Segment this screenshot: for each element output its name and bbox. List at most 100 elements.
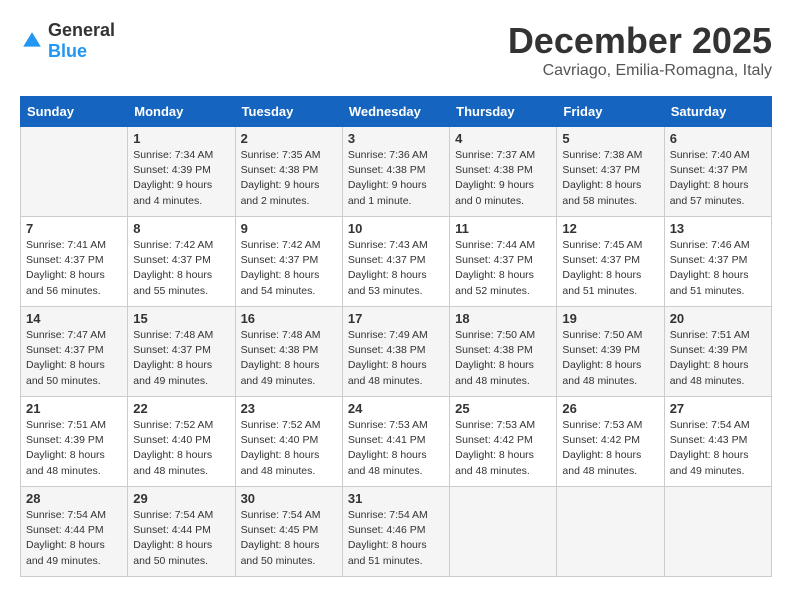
logo-general: General [48,20,115,40]
day-number: 12 [562,221,658,236]
day-number: 27 [670,401,766,416]
day-number: 31 [348,491,444,506]
cell-content: Sunrise: 7:50 AM Sunset: 4:39 PM Dayligh… [562,328,658,389]
calendar-cell: 11Sunrise: 7:44 AM Sunset: 4:37 PM Dayli… [450,217,557,307]
title-area: December 2025 Cavriago, Emilia-Romagna, … [508,20,772,80]
cell-content: Sunrise: 7:41 AM Sunset: 4:37 PM Dayligh… [26,238,122,299]
day-number: 3 [348,131,444,146]
logo: General Blue [20,20,115,62]
calendar-cell [450,487,557,577]
calendar-cell: 27 Sunrise: 7:54 AM Sunset: 4:43 PM Dayli… [664,397,771,487]
day-number: 2 [241,131,337,146]
day-number: 17 [348,311,444,326]
day-number: 9 [241,221,337,236]
day-number: 25 [455,401,551,416]
day-number: 4 [455,131,551,146]
cell-content: Sunrise: 7:54 AM Sunset: 4:43 PM Dayligh… [670,418,766,479]
calendar-cell: 17Sunrise: 7:49 AM Sunset: 4:38 PM Dayli… [342,307,449,397]
cell-content: Sunrise: 7:54 AM Sunset: 4:45 PM Dayligh… [241,508,337,569]
day-number: 24 [348,401,444,416]
day-number: 11 [455,221,551,236]
calendar-cell: 13 Sunrise: 7:46 AM Sunset: 4:37 PM Dayli… [664,217,771,307]
day-number: 8 [133,221,229,236]
day-number: 19 [562,311,658,326]
logo-blue: Blue [48,41,87,61]
week-row-0: 1Sunrise: 7:34 AM Sunset: 4:39 PM Daylig… [21,127,772,217]
day-number: 6 [670,131,766,146]
day-number: 16 [241,311,337,326]
calendar-cell [664,487,771,577]
calendar-cell: 20Sunrise: 7:51 AM Sunset: 4:39 PM Dayli… [664,307,771,397]
cell-content: Sunrise: 7:34 AM Sunset: 4:39 PM Dayligh… [133,148,229,209]
calendar-cell: 18 Sunrise: 7:50 AM Sunset: 4:38 PM Dayli… [450,307,557,397]
header-day-saturday: Saturday [664,97,771,127]
calendar-header: SundayMondayTuesdayWednesdayThursdayFrid… [21,97,772,127]
calendar-cell: 12Sunrise: 7:45 AM Sunset: 4:37 PM Dayli… [557,217,664,307]
calendar-cell: 19 Sunrise: 7:50 AM Sunset: 4:39 PM Dayli… [557,307,664,397]
calendar-cell: 28Sunrise: 7:54 AM Sunset: 4:44 PM Dayli… [21,487,128,577]
calendar-cell: 30Sunrise: 7:54 AM Sunset: 4:45 PM Dayli… [235,487,342,577]
day-number: 14 [26,311,122,326]
calendar-cell: 4 Sunrise: 7:37 AM Sunset: 4:38 PM Daylig… [450,127,557,217]
calendar-cell: 31 Sunrise: 7:54 AM Sunset: 4:46 PM Dayli… [342,487,449,577]
day-number: 18 [455,311,551,326]
day-number: 23 [241,401,337,416]
cell-content: Sunrise: 7:51 AM Sunset: 4:39 PM Dayligh… [670,328,766,389]
calendar-cell: 2 Sunrise: 7:35 AM Sunset: 4:38 PM Daylig… [235,127,342,217]
cell-content: Sunrise: 7:53 AM Sunset: 4:42 PM Dayligh… [455,418,551,479]
month-title: December 2025 [508,20,772,62]
day-number: 22 [133,401,229,416]
header-day-tuesday: Tuesday [235,97,342,127]
calendar-cell: 25 Sunrise: 7:53 AM Sunset: 4:42 PM Dayli… [450,397,557,487]
day-number: 21 [26,401,122,416]
cell-content: Sunrise: 7:53 AM Sunset: 4:42 PM Dayligh… [562,418,658,479]
cell-content: Sunrise: 7:42 AM Sunset: 4:37 PM Dayligh… [133,238,229,299]
calendar-cell: 10 Sunrise: 7:43 AM Sunset: 4:37 PM Dayli… [342,217,449,307]
page-header: General Blue December 2025 Cavriago, Emi… [20,20,772,80]
calendar-cell: 3Sunrise: 7:36 AM Sunset: 4:38 PM Daylig… [342,127,449,217]
cell-content: Sunrise: 7:52 AM Sunset: 4:40 PM Dayligh… [133,418,229,479]
day-number: 10 [348,221,444,236]
cell-content: Sunrise: 7:47 AM Sunset: 4:37 PM Dayligh… [26,328,122,389]
logo-icon [20,29,44,53]
location-title: Cavriago, Emilia-Romagna, Italy [508,62,772,80]
header-day-thursday: Thursday [450,97,557,127]
calendar-cell: 24 Sunrise: 7:53 AM Sunset: 4:41 PM Dayli… [342,397,449,487]
day-number: 5 [562,131,658,146]
week-row-4: 28Sunrise: 7:54 AM Sunset: 4:44 PM Dayli… [21,487,772,577]
cell-content: Sunrise: 7:38 AM Sunset: 4:37 PM Dayligh… [562,148,658,209]
calendar-cell: 14 Sunrise: 7:47 AM Sunset: 4:37 PM Dayli… [21,307,128,397]
calendar-cell: 21Sunrise: 7:51 AM Sunset: 4:39 PM Dayli… [21,397,128,487]
cell-content: Sunrise: 7:53 AM Sunset: 4:41 PM Dayligh… [348,418,444,479]
calendar-cell [21,127,128,217]
day-number: 7 [26,221,122,236]
calendar-cell: 8 Sunrise: 7:42 AM Sunset: 4:37 PM Daylig… [128,217,235,307]
cell-content: Sunrise: 7:48 AM Sunset: 4:37 PM Dayligh… [133,328,229,389]
calendar-cell [557,487,664,577]
cell-content: Sunrise: 7:40 AM Sunset: 4:37 PM Dayligh… [670,148,766,209]
calendar-cell: 6 Sunrise: 7:40 AM Sunset: 4:37 PM Daylig… [664,127,771,217]
day-number: 13 [670,221,766,236]
cell-content: Sunrise: 7:42 AM Sunset: 4:37 PM Dayligh… [241,238,337,299]
week-row-1: 7 Sunrise: 7:41 AM Sunset: 4:37 PM Daylig… [21,217,772,307]
calendar-cell: 1Sunrise: 7:34 AM Sunset: 4:39 PM Daylig… [128,127,235,217]
cell-content: Sunrise: 7:35 AM Sunset: 4:38 PM Dayligh… [241,148,337,209]
cell-content: Sunrise: 7:52 AM Sunset: 4:40 PM Dayligh… [241,418,337,479]
week-row-2: 14 Sunrise: 7:47 AM Sunset: 4:37 PM Dayli… [21,307,772,397]
calendar-cell: 5 Sunrise: 7:38 AM Sunset: 4:37 PM Daylig… [557,127,664,217]
calendar-cell: 23 Sunrise: 7:52 AM Sunset: 4:40 PM Dayli… [235,397,342,487]
cell-content: Sunrise: 7:37 AM Sunset: 4:38 PM Dayligh… [455,148,551,209]
calendar-cell: 15 Sunrise: 7:48 AM Sunset: 4:37 PM Dayli… [128,307,235,397]
calendar-cell: 26Sunrise: 7:53 AM Sunset: 4:42 PM Dayli… [557,397,664,487]
calendar-body: 1Sunrise: 7:34 AM Sunset: 4:39 PM Daylig… [21,127,772,577]
header-day-wednesday: Wednesday [342,97,449,127]
cell-content: Sunrise: 7:54 AM Sunset: 4:46 PM Dayligh… [348,508,444,569]
header-day-sunday: Sunday [21,97,128,127]
cell-content: Sunrise: 7:54 AM Sunset: 4:44 PM Dayligh… [133,508,229,569]
cell-content: Sunrise: 7:46 AM Sunset: 4:37 PM Dayligh… [670,238,766,299]
calendar-cell: 29Sunrise: 7:54 AM Sunset: 4:44 PM Dayli… [128,487,235,577]
cell-content: Sunrise: 7:43 AM Sunset: 4:37 PM Dayligh… [348,238,444,299]
cell-content: Sunrise: 7:50 AM Sunset: 4:38 PM Dayligh… [455,328,551,389]
day-number: 15 [133,311,229,326]
cell-content: Sunrise: 7:54 AM Sunset: 4:44 PM Dayligh… [26,508,122,569]
